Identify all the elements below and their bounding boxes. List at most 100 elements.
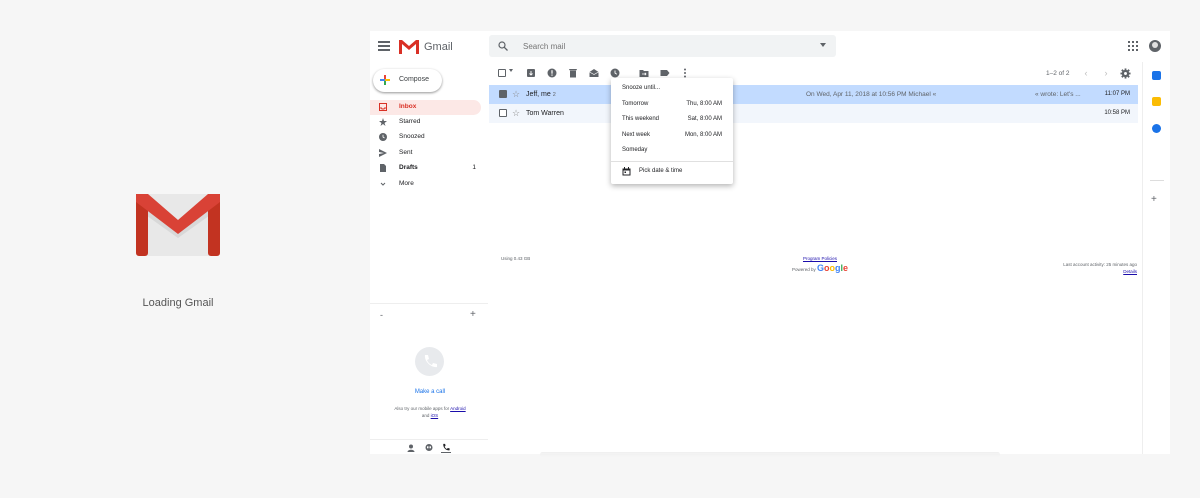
ios-link[interactable]: iOS xyxy=(431,413,439,418)
archive-icon[interactable] xyxy=(526,68,536,78)
gmail-logo-icon[interactable] xyxy=(399,40,419,54)
snooze-option-next-week[interactable]: Next week Mon, 8:00 AM xyxy=(611,128,733,143)
bottom-shadow xyxy=(540,452,1000,457)
select-all-checkbox[interactable] xyxy=(498,69,506,77)
snooze-option-this-weekend[interactable]: This weekend Sat, 8:00 AM xyxy=(611,112,733,127)
snooze-option-label: Someday xyxy=(622,147,648,153)
snooze-menu: Snooze until... Tomorrow Thu, 8:00 AM Th… xyxy=(611,78,733,184)
mark-as-read-icon[interactable] xyxy=(589,68,599,78)
search-bar[interactable] xyxy=(489,35,836,57)
snooze-option-someday[interactable]: Someday xyxy=(611,143,733,158)
sidebar-item-inbox[interactable]: Inbox xyxy=(370,100,481,115)
snooze-option-tomorrow[interactable]: Tomorrow Thu, 8:00 AM xyxy=(611,97,733,112)
keep-icon[interactable] xyxy=(1152,97,1161,106)
powered-by-google: Powered by Google xyxy=(788,263,852,273)
snooze-option-label: Next week xyxy=(622,132,651,138)
star-icon[interactable]: ☆ xyxy=(512,89,520,99)
compose-button[interactable]: Compose xyxy=(373,69,442,92)
account-activity: Last account activity: 25 minutes ago De… xyxy=(1063,262,1137,276)
divider xyxy=(1150,180,1164,181)
sidebar-item-more[interactable]: More xyxy=(370,177,481,192)
contacts-icon[interactable] xyxy=(406,443,416,453)
email-row[interactable]: ☆ Tom Warren 10:58 PM xyxy=(489,104,1138,123)
loading-pane: Loading Gmail xyxy=(0,0,370,498)
mobile-apps-prefix: Also try our mobile apps for xyxy=(394,406,450,411)
row-checkbox[interactable] xyxy=(499,90,507,98)
label-icon[interactable] xyxy=(660,68,670,78)
email-row[interactable]: ☆ Jeff, me 2 On Wed, Apr 11, 2018 at 10:… xyxy=(489,85,1138,104)
sidebar-item-label: Sent xyxy=(399,149,413,156)
inbox-icon xyxy=(379,103,387,111)
sidebar-item-drafts[interactable]: Drafts 1 xyxy=(370,161,481,176)
select-dropdown-icon[interactable] xyxy=(509,69,513,72)
gmail-logo-icon xyxy=(136,194,220,256)
program-policies-link[interactable]: Program Policies xyxy=(788,256,852,261)
more-options-icon[interactable] xyxy=(680,68,690,78)
details-link[interactable]: Details xyxy=(1063,269,1137,276)
hangouts-icon[interactable] xyxy=(424,443,434,453)
search-options-icon[interactable] xyxy=(820,43,826,47)
email-preview-continued: « wrote: Let's ... xyxy=(1035,91,1081,98)
divider xyxy=(370,439,488,440)
divider xyxy=(611,161,733,162)
google-logo: G xyxy=(816,263,824,273)
calendar-icon[interactable] xyxy=(1152,71,1161,80)
compose-label: Compose xyxy=(399,76,429,83)
row-checkbox[interactable] xyxy=(499,109,507,117)
sidebar-item-label: Snoozed xyxy=(399,133,425,140)
search-input[interactable] xyxy=(523,40,803,52)
snooze-option-time: Mon, 8:00 AM xyxy=(684,132,722,138)
sidebar-item-starred[interactable]: Starred xyxy=(370,115,481,130)
plus-icon xyxy=(380,75,390,85)
gmail-wordmark[interactable]: Gmail xyxy=(424,41,453,53)
chevron-down-icon xyxy=(380,182,386,186)
account-avatar[interactable] xyxy=(1149,40,1161,52)
new-conversation-icon[interactable]: + xyxy=(470,309,476,320)
star-icon[interactable]: ☆ xyxy=(512,108,520,118)
hangouts-user-icon[interactable]: - xyxy=(380,310,383,320)
chevron-right-icon[interactable]: › xyxy=(1101,68,1111,78)
add-on-plus-icon[interactable]: + xyxy=(1151,194,1157,205)
move-to-icon[interactable] xyxy=(639,68,649,78)
google-apps-icon[interactable] xyxy=(1128,41,1138,51)
last-activity-text: Last account activity: 25 minutes ago xyxy=(1063,262,1137,267)
gear-icon[interactable] xyxy=(1120,68,1131,79)
gmail-app: Gmail Compose Inbox Starred Snoozed Sent xyxy=(370,31,1170,454)
sidebar-item-sent[interactable]: Sent xyxy=(370,146,481,161)
email-sender: Jeff, me 2 xyxy=(526,91,556,98)
android-link[interactable]: Android xyxy=(450,406,466,411)
email-sender: Tom Warren xyxy=(526,110,564,117)
loading-text: Loading Gmail xyxy=(142,297,214,309)
drafts-count: 1 xyxy=(472,164,476,171)
phone-icon[interactable] xyxy=(441,443,451,453)
mobile-apps-text: Also try our mobile apps for Android and… xyxy=(384,406,476,420)
sidebar-item-label: More xyxy=(399,180,414,187)
main-menu-icon[interactable] xyxy=(378,41,390,52)
calendar-icon xyxy=(622,167,631,176)
star-icon xyxy=(379,118,387,126)
snooze-option-time: Sat, 8:00 AM xyxy=(687,116,722,122)
snooze-option-time: Thu, 8:00 AM xyxy=(686,101,722,107)
delete-icon[interactable] xyxy=(568,68,578,78)
chevron-left-icon[interactable]: ‹ xyxy=(1081,68,1091,78)
sidebar-item-snoozed[interactable]: Snoozed xyxy=(370,130,481,145)
email-time: 10:58 PM xyxy=(1104,110,1130,116)
sidebar-item-label: Inbox xyxy=(399,103,417,110)
search-icon[interactable] xyxy=(498,41,508,51)
snooze-option-label: This weekend xyxy=(622,116,660,122)
email-time: 11:07 PM xyxy=(1104,91,1130,97)
draft-icon xyxy=(380,164,386,172)
report-spam-icon[interactable] xyxy=(547,68,557,78)
snooze-icon[interactable] xyxy=(610,68,620,78)
phone-icon xyxy=(415,347,444,376)
google-logo-e: e xyxy=(843,263,849,273)
sidebar-item-label: Drafts xyxy=(399,164,418,171)
powered-by-text: Powered by xyxy=(791,267,816,272)
snooze-option-label: Tomorrow xyxy=(622,101,649,107)
pick-date-time-option[interactable]: Pick date & time xyxy=(639,168,682,174)
clock-icon xyxy=(379,133,387,141)
tasks-icon[interactable] xyxy=(1152,124,1161,133)
divider xyxy=(370,303,488,304)
make-a-call-link[interactable]: Make a call xyxy=(370,389,490,395)
mobile-apps-and: and xyxy=(421,412,430,418)
